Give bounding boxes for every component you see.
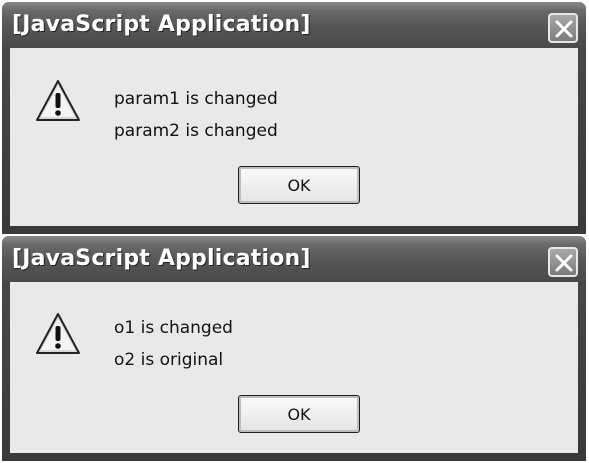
alert-dialog-2: [JavaScript Application] o1 is changed o… [2, 236, 586, 461]
warning-icon [36, 80, 80, 121]
close-icon [555, 254, 573, 272]
message-line: param1 is changed [114, 89, 278, 109]
close-button[interactable] [548, 247, 578, 277]
dialog-body: param1 is changed param2 is changed OK [10, 48, 578, 226]
close-button[interactable] [548, 13, 578, 43]
ok-button[interactable]: OK [238, 395, 360, 433]
message-line: o2 is original [114, 350, 224, 370]
dialog-title: [JavaScript Application] [12, 246, 311, 271]
title-bar[interactable]: [JavaScript Application] [2, 2, 586, 48]
close-icon [555, 20, 573, 38]
ok-button[interactable]: OK [238, 166, 360, 204]
dialog-title: [JavaScript Application] [12, 12, 311, 37]
warning-icon [36, 313, 80, 354]
title-bar[interactable]: [JavaScript Application] [2, 236, 586, 282]
message-line: o1 is changed [114, 318, 233, 338]
dialog-body: o1 is changed o2 is original OK [10, 282, 578, 453]
message-line: param2 is changed [114, 121, 278, 141]
alert-dialog-1: [JavaScript Application] param1 is chang… [2, 2, 586, 234]
